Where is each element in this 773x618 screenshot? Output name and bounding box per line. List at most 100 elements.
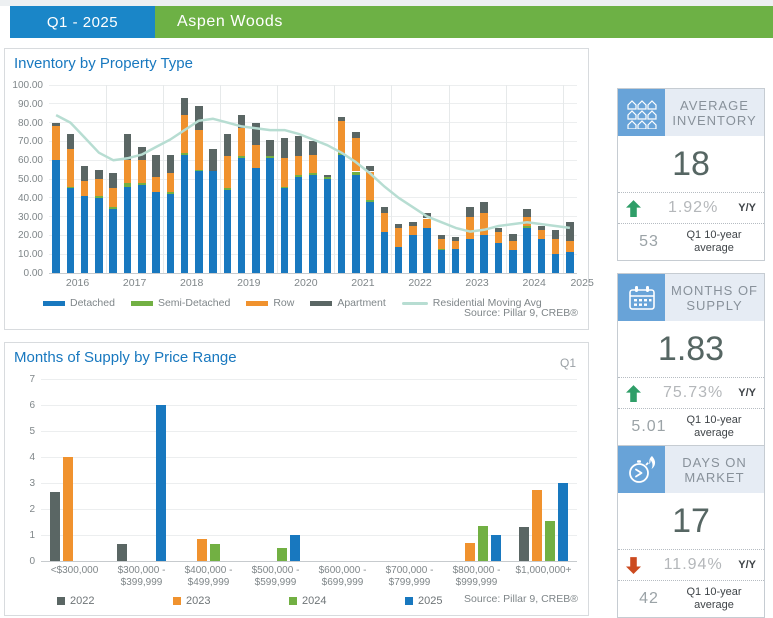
bar-2023-group2 (197, 539, 207, 561)
up-arrow-icon (626, 200, 648, 217)
legend-item-semi-detached: Semi-Detached (131, 297, 230, 309)
bar-2025-group7 (558, 483, 568, 561)
down-arrow-icon (626, 557, 648, 574)
card-value: 1.83 (618, 321, 764, 377)
card-yoy-row: 11.94% Y/Y (618, 549, 764, 580)
yoy-label: Y/Y (738, 559, 756, 571)
x-axis-year-label: 2022 (408, 277, 431, 289)
category-label: $500,000 - $599,999 (242, 565, 309, 589)
calendar-icon (618, 274, 665, 321)
legend-item-row: Row (246, 297, 294, 309)
legend-label: 2024 (302, 595, 326, 607)
legend-item-2024: 2024 (289, 595, 326, 607)
gridline (41, 457, 577, 458)
x-axis-year-label: 2021 (351, 277, 374, 289)
chart2-source: Source: Pillar 9, CREB® (464, 593, 578, 605)
gridline (41, 509, 577, 510)
y-axis-tick-label: 1 (13, 530, 35, 541)
y-axis-tick-label: 20.00 (5, 230, 43, 241)
y-axis-tick-label: 6 (13, 400, 35, 411)
bar-2025-group3 (290, 535, 300, 561)
y-axis-tick-label: 4 (13, 452, 35, 463)
y-axis-tick-label: 80.00 (5, 118, 43, 129)
legend-swatch (131, 301, 153, 306)
gridline (41, 431, 577, 432)
y-axis-tick-label: 40.00 (5, 193, 43, 204)
category-label: $400,000 - $499,999 (175, 565, 242, 589)
ten-year-label: Q1 10-year average (672, 414, 756, 440)
inventory-chart-plot (49, 85, 577, 273)
legend-label: Apartment (337, 297, 385, 309)
bar-2024-group7 (545, 521, 555, 561)
legend-label: Row (273, 297, 294, 309)
yoy-percent: 11.94% (648, 556, 738, 574)
ten-year-value: 53 (626, 233, 672, 251)
chart2-category-labels: <$300,000$300,000 - $399,999$400,000 - $… (41, 565, 577, 589)
period-badge: Q1 - 2025 (10, 6, 155, 38)
bar-2024-group3 (277, 548, 287, 561)
yoy-label: Y/Y (738, 202, 756, 214)
card-yoy-row: 75.73% Y/Y (618, 377, 764, 408)
y-axis-tick-label: 0.00 (5, 268, 43, 279)
legend-item-2022: 2022 (57, 595, 94, 607)
y-axis-tick-label: 7 (13, 374, 35, 385)
bar-2022-group0 (50, 492, 60, 561)
card-average-row: 5.01 Q1 10-year average (618, 408, 764, 445)
yoy-percent: 75.73% (648, 384, 738, 402)
y-axis-tick-label: 70.00 (5, 136, 43, 147)
card-header: Average Inventory (618, 89, 764, 136)
category-label: $1,000,000+ (510, 565, 577, 589)
x-axis-year-label: 2019 (237, 277, 260, 289)
bar-2025-group6 (491, 535, 501, 561)
legend-swatch (405, 597, 413, 605)
legend-swatch (289, 597, 297, 605)
bar-2022-group1 (117, 544, 127, 561)
chart2-title: Months of Supply by Price Range (14, 349, 237, 366)
y-axis-tick-label: 5 (13, 426, 35, 437)
y-axis-tick-label: 0 (13, 556, 35, 567)
legend-line-swatch (402, 302, 428, 305)
ten-year-value: 42 (626, 590, 672, 608)
bar-2024-group2 (210, 544, 220, 561)
legend-item-detached: Detached (43, 297, 115, 309)
category-label: $300,000 - $399,999 (108, 565, 175, 589)
x-axis-year-label: 2023 (465, 277, 488, 289)
houses-grid-icon (618, 89, 665, 136)
residential-moving-avg-line (49, 85, 577, 273)
x-axis-year-label: 2018 (180, 277, 203, 289)
stopwatch-flame-icon (618, 446, 665, 493)
legend-swatch (173, 597, 181, 605)
chart1-title: Inventory by Property Type (14, 55, 193, 72)
inventory-chart-panel: Inventory by Property Type Detached Semi-… (4, 48, 589, 330)
yoy-percent: 1.92% (648, 199, 738, 217)
legend-swatch (43, 301, 65, 306)
x-axis-year-label: 2024 (523, 277, 546, 289)
card-value: 17 (618, 493, 764, 549)
report-header: Q1 - 2025 Aspen Woods (0, 6, 773, 38)
legend-label: 2025 (418, 595, 442, 607)
card-header: Days on Market (618, 446, 764, 493)
y-axis-tick-label: 50.00 (5, 174, 43, 185)
stat-card-months-of-supply: Months of Supply 1.83 75.73% Y/Y 5.01 Q1… (617, 273, 765, 446)
bar-2022-group7 (519, 527, 529, 561)
x-axis-year-label: 2016 (66, 277, 89, 289)
legend-label: Detached (70, 297, 115, 309)
stat-card-average-inventory: Average Inventory 18 1.92% Y/Y 53 Q1 10-… (617, 88, 765, 261)
chart1-source: Source: Pillar 9, CREB® (464, 307, 578, 319)
x-axis-year-label: 2025 (570, 277, 593, 289)
card-title: Days on Market (665, 446, 764, 493)
card-average-row: 42 Q1 10-year average (618, 580, 764, 617)
card-yoy-row: 1.92% Y/Y (618, 192, 764, 223)
legend-swatch (310, 301, 332, 306)
legend-label: 2023 (186, 595, 210, 607)
stat-card-days-on-market: Days on Market 17 11.94% Y/Y 42 Q1 10-ye… (617, 445, 765, 618)
bar-2024-group6 (478, 526, 488, 561)
y-axis-tick-label: 10.00 (5, 249, 43, 260)
legend-label: 2022 (70, 595, 94, 607)
supply-chart-panel: Months of Supply by Price Range Q1 <$300… (4, 342, 589, 616)
y-axis-tick-label: 2 (13, 504, 35, 515)
ten-year-label: Q1 10-year average (672, 586, 756, 612)
ten-year-value: 5.01 (626, 418, 672, 436)
category-label: $800,000 - $999,999 (443, 565, 510, 589)
card-header: Months of Supply (618, 274, 764, 321)
